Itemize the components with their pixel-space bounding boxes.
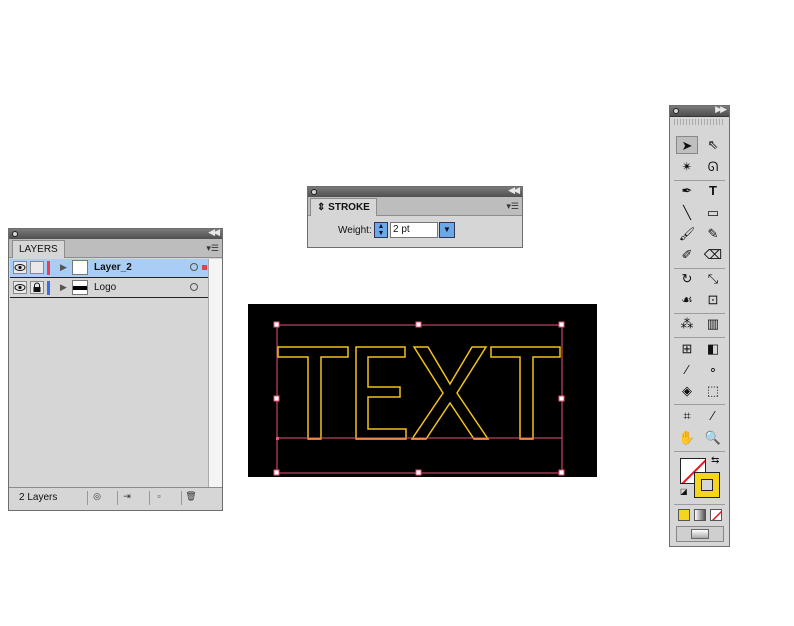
- chevron-down-icon[interactable]: ▼: [439, 222, 455, 238]
- direct-selection-icon[interactable]: ⇖: [702, 136, 724, 154]
- tab-stroke-label: STROKE: [328, 202, 370, 213]
- magic-wand-icon[interactable]: ✴: [676, 158, 698, 176]
- pencil-icon[interactable]: ✎: [702, 225, 724, 243]
- blob-brush-icon[interactable]: ✐: [676, 246, 698, 264]
- collapse-icon[interactable]: ◀◀: [508, 185, 520, 196]
- weight-stepper[interactable]: ▲ ▼: [374, 222, 388, 238]
- target-circle-icon[interactable]: [190, 283, 198, 291]
- screen-mode-button[interactable]: [676, 526, 724, 542]
- stroke-swatch[interactable]: [694, 472, 720, 498]
- layer-name[interactable]: Layer_2: [94, 262, 132, 273]
- free-transform-icon[interactable]: ⊡: [702, 291, 724, 309]
- visibility-eye-icon[interactable]: [13, 281, 27, 294]
- updown-icon: ⇕: [317, 202, 326, 213]
- gradient-icon[interactable]: ◧: [702, 340, 724, 358]
- column-graph-icon[interactable]: ▥: [702, 315, 724, 333]
- artwork-canvas[interactable]: [248, 304, 597, 477]
- layers-panel: ◀◀ LAYERS ▾☰ ▶ Layer_2 ▶ Logo 2 Layers ◎…: [8, 227, 223, 511]
- tools-titlebar[interactable]: ▶▶: [670, 104, 729, 117]
- none-mode-icon[interactable]: [710, 509, 722, 521]
- scale-icon[interactable]: ⤡: [702, 270, 724, 288]
- rotate-icon[interactable]: ↻: [676, 270, 698, 288]
- layer-thumbnail: [72, 260, 88, 275]
- layer-color-swatch: [47, 281, 50, 295]
- line-icon[interactable]: ╲: [676, 204, 698, 222]
- new-sublayer-icon[interactable]: ▫: [149, 491, 168, 505]
- close-icon[interactable]: [673, 108, 679, 114]
- panel-menu-icon[interactable]: ▾☰: [506, 201, 519, 212]
- collapse-icon[interactable]: ◀◀: [208, 227, 220, 238]
- artboard-icon[interactable]: ⌗: [676, 407, 698, 425]
- layer-name[interactable]: Logo: [94, 282, 116, 293]
- default-colors-icon[interactable]: ◪: [680, 487, 688, 496]
- make-clipping-mask-icon[interactable]: ⇥: [117, 491, 136, 505]
- layers-list: ▶ Layer_2 ▶ Logo: [10, 259, 208, 488]
- target-circle-icon[interactable]: [190, 263, 198, 271]
- locate-object-icon[interactable]: ◎: [87, 491, 106, 505]
- layer-thumbnail: [72, 280, 88, 295]
- expand-icon[interactable]: ▶▶: [715, 104, 727, 115]
- close-icon[interactable]: [12, 231, 18, 237]
- paintbrush-icon[interactable]: 🖌: [676, 225, 698, 243]
- layers-scrollbar[interactable]: [208, 259, 222, 488]
- tab-stroke[interactable]: ⇕ STROKE: [310, 198, 377, 216]
- lock-toggle[interactable]: [30, 261, 44, 274]
- visibility-eye-icon[interactable]: [13, 261, 27, 274]
- grip[interactable]: [674, 119, 725, 125]
- pen-icon[interactable]: ✒: [676, 182, 698, 200]
- mesh-icon[interactable]: ⊞: [676, 340, 698, 358]
- gradient-mode-icon[interactable]: [694, 509, 706, 521]
- blend-icon[interactable]: ∘: [702, 361, 724, 379]
- text-outline-art: [273, 321, 565, 476]
- expand-triangle-icon[interactable]: ▶: [60, 282, 67, 293]
- eraser-icon[interactable]: ⌫: [702, 246, 724, 264]
- eyedropper-icon[interactable]: ⁄: [676, 361, 698, 379]
- layers-footer: 2 Layers ◎ ⇥ ▫ 🗑: [9, 487, 222, 510]
- swap-icon[interactable]: ⇆: [711, 455, 719, 466]
- color-mode-icon[interactable]: [678, 509, 690, 521]
- warp-icon[interactable]: ☙: [676, 291, 698, 309]
- layer-count: 2 Layers: [19, 492, 58, 503]
- type-icon[interactable]: T: [702, 182, 724, 200]
- tools-panel: ▶▶ ➤ ⇖ ✴ ᘏ ✒ T ╲ ▭ 🖌 ✎ ✐ ⌫ ↻ ⤡ ☙ ⊡ ⁂ ▥ ⊞…: [669, 104, 730, 547]
- zoom-icon[interactable]: 🔍: [702, 429, 724, 447]
- symbol-sprayer-icon[interactable]: ⁂: [676, 315, 698, 333]
- slice-icon[interactable]: ⁄: [702, 407, 724, 425]
- trash-icon[interactable]: 🗑: [181, 491, 200, 505]
- selection-indicator: [202, 265, 207, 270]
- stroke-panel: ◀◀ ⇕ STROKE ▾☰ Weight: ▲ ▼ 2 pt ▼: [307, 185, 523, 248]
- weight-label: Weight:: [338, 225, 372, 236]
- rectangle-icon[interactable]: ▭: [702, 204, 724, 222]
- layer-row-layer2[interactable]: ▶ Layer_2: [10, 259, 208, 278]
- expand-triangle-icon[interactable]: ▶: [60, 262, 67, 273]
- weight-input[interactable]: 2 pt: [390, 222, 438, 238]
- hand-icon[interactable]: ✋: [676, 429, 698, 447]
- lasso-icon[interactable]: ᘏ: [702, 158, 724, 176]
- live-paint-bucket-icon[interactable]: ◈: [676, 382, 698, 400]
- layer-row-logo[interactable]: ▶ Logo: [10, 279, 208, 298]
- layer-color-swatch: [47, 261, 50, 275]
- panel-menu-icon[interactable]: ▾☰: [206, 243, 219, 254]
- lock-icon[interactable]: [30, 281, 44, 294]
- live-paint-selection-icon[interactable]: ⬚: [702, 382, 724, 400]
- tab-layers[interactable]: LAYERS: [12, 240, 65, 258]
- close-icon[interactable]: [311, 189, 317, 195]
- selection-icon[interactable]: ➤: [676, 136, 698, 154]
